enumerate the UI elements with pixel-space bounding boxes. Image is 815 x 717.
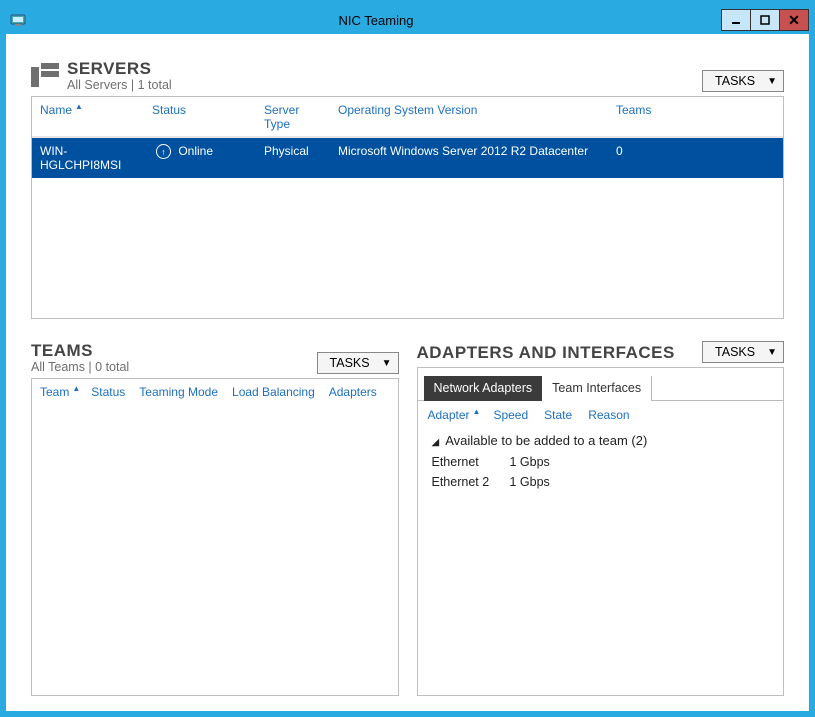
maximize-button[interactable] bbox=[750, 9, 780, 31]
app-icon bbox=[6, 13, 30, 27]
sort-asc-icon: ▲ bbox=[75, 102, 83, 111]
client-area: SERVERS All Servers | 1 total TASKS ▼ Na… bbox=[6, 34, 809, 711]
teams-section: TEAMS All Teams | 0 total TASKS ▼ Team▲ … bbox=[31, 341, 399, 696]
col-status[interactable]: Status bbox=[91, 385, 125, 399]
servers-tasks-button[interactable]: TASKS ▼ bbox=[702, 70, 784, 92]
teams-heading: TEAMS bbox=[31, 341, 317, 361]
col-team[interactable]: Team▲ bbox=[40, 385, 77, 399]
adapters-panel: Network Adapters Team Interfaces Adapter… bbox=[417, 367, 785, 696]
sort-asc-icon: ▲ bbox=[473, 407, 481, 416]
server-row-selected[interactable]: WIN-HGLCHPI8MSI ↑ Online Physical Micros… bbox=[32, 138, 783, 178]
adapters-tasks-button[interactable]: TASKS ▼ bbox=[702, 341, 784, 363]
chevron-down-icon: ▼ bbox=[767, 76, 777, 87]
cell-name: WIN-HGLCHPI8MSI bbox=[40, 144, 152, 172]
servers-heading: SERVERS bbox=[67, 59, 702, 79]
servers-grid-body bbox=[32, 178, 783, 318]
adapter-row[interactable]: Ethernet 1 Gbps bbox=[418, 452, 784, 472]
col-state[interactable]: State bbox=[544, 408, 572, 422]
titlebar[interactable]: NIC Teaming ✕ bbox=[6, 6, 809, 34]
tab-network-adapters[interactable]: Network Adapters bbox=[424, 376, 543, 401]
cell-adapter: Ethernet bbox=[432, 455, 496, 469]
cell-type: Physical bbox=[264, 144, 338, 172]
servers-subheading: All Servers | 1 total bbox=[67, 78, 702, 92]
adapter-row[interactable]: Ethernet 2 1 Gbps bbox=[418, 472, 784, 492]
adapters-grid-header: Adapter▲ Speed State Reason bbox=[418, 401, 784, 427]
col-speed[interactable]: Speed bbox=[493, 408, 528, 422]
servers-grid-header: Name▲ Status Server Type Operating Syste… bbox=[32, 97, 783, 138]
close-button[interactable]: ✕ bbox=[779, 9, 809, 31]
chevron-down-icon: ▼ bbox=[767, 347, 777, 358]
cell-speed: 1 Gbps bbox=[510, 455, 560, 469]
cell-os: Microsoft Windows Server 2012 R2 Datacen… bbox=[338, 144, 616, 172]
cell-status: ↑ Online bbox=[152, 144, 264, 172]
lower-panels: TEAMS All Teams | 0 total TASKS ▼ Team▲ … bbox=[31, 341, 784, 696]
col-os[interactable]: Operating System Version bbox=[338, 103, 616, 131]
collapse-icon: ◢ bbox=[432, 437, 440, 448]
status-up-icon: ↑ bbox=[156, 144, 171, 159]
servers-icon bbox=[31, 63, 59, 92]
col-reason[interactable]: Reason bbox=[588, 408, 629, 422]
servers-grid: Name▲ Status Server Type Operating Syste… bbox=[31, 96, 784, 319]
col-adapter[interactable]: Adapter▲ bbox=[428, 408, 478, 422]
tab-team-interfaces[interactable]: Team Interfaces bbox=[542, 376, 652, 401]
minimize-button[interactable] bbox=[721, 9, 751, 31]
col-adapters[interactable]: Adapters bbox=[329, 385, 377, 399]
col-lb[interactable]: Load Balancing bbox=[232, 385, 315, 399]
sort-asc-icon: ▲ bbox=[72, 384, 80, 393]
teams-grid-header: Team▲ Status Teaming Mode Load Balancing… bbox=[32, 379, 398, 404]
window-controls: ✕ bbox=[722, 9, 809, 31]
col-mode[interactable]: Teaming Mode bbox=[139, 385, 218, 399]
servers-section: SERVERS All Servers | 1 total TASKS ▼ Na… bbox=[31, 59, 784, 319]
col-teams[interactable]: Teams bbox=[616, 103, 676, 131]
adapter-group-available[interactable]: ◢Available to be added to a team (2) bbox=[418, 427, 784, 452]
teams-tasks-button[interactable]: TASKS ▼ bbox=[317, 352, 399, 374]
cell-teams: 0 bbox=[616, 144, 676, 172]
window-title: NIC Teaming bbox=[30, 13, 722, 28]
adapters-heading: ADAPTERS AND INTERFACES bbox=[417, 343, 703, 363]
col-type[interactable]: Server Type bbox=[264, 103, 338, 131]
chevron-down-icon: ▼ bbox=[382, 358, 392, 369]
adapters-section: ADAPTERS AND INTERFACES TASKS ▼ Network … bbox=[417, 341, 785, 696]
teams-grid: Team▲ Status Teaming Mode Load Balancing… bbox=[31, 378, 399, 696]
teams-subheading: All Teams | 0 total bbox=[31, 360, 317, 374]
col-name[interactable]: Name▲ bbox=[40, 103, 152, 131]
nic-teaming-window: NIC Teaming ✕ SERVERS All Servers | 1 bbox=[6, 6, 809, 711]
col-status[interactable]: Status bbox=[152, 103, 264, 131]
cell-adapter: Ethernet 2 bbox=[432, 475, 496, 489]
cell-speed: 1 Gbps bbox=[510, 475, 560, 489]
adapter-tabs: Network Adapters Team Interfaces bbox=[424, 376, 784, 401]
